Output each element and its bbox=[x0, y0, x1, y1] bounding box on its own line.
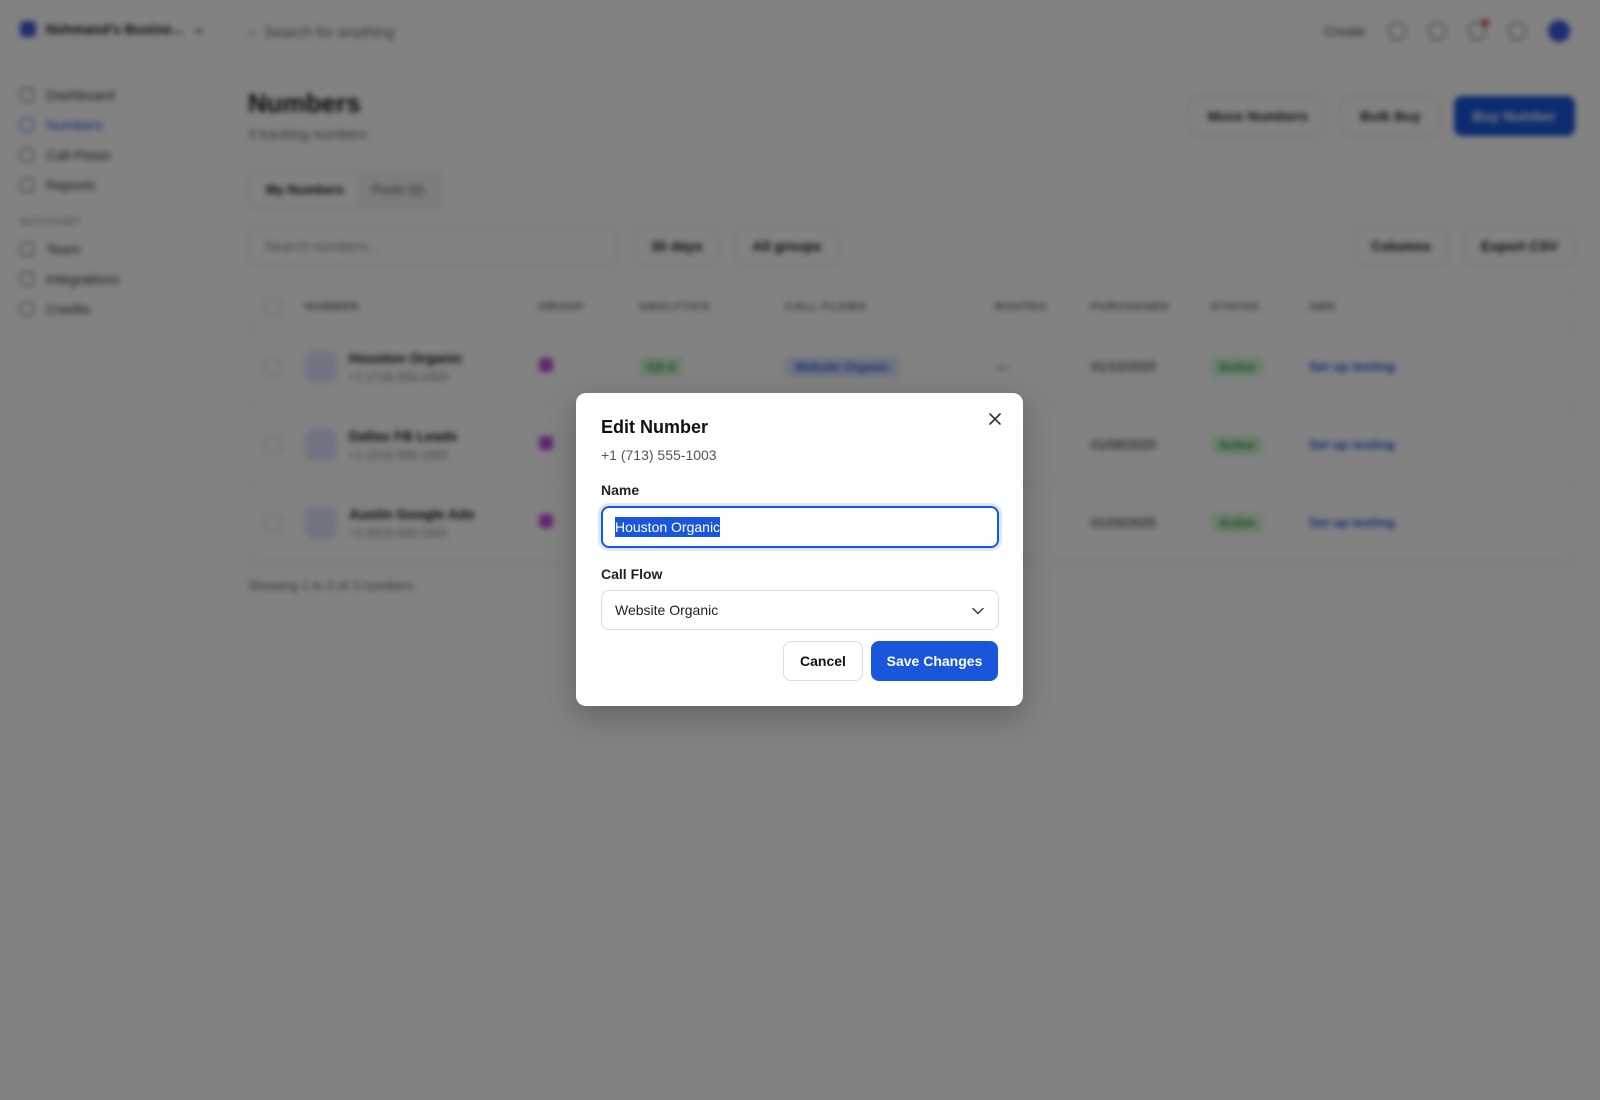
call-flow-value: Website Organic bbox=[615, 602, 719, 618]
cancel-button[interactable]: Cancel bbox=[783, 641, 863, 681]
dialog-subtitle: +1 (713) 555-1003 bbox=[601, 447, 717, 463]
close-icon[interactable] bbox=[983, 407, 1007, 431]
save-changes-button[interactable]: Save Changes bbox=[871, 641, 998, 681]
name-field[interactable]: Houston Organic bbox=[601, 506, 999, 548]
edit-number-dialog: Edit Number +1 (713) 555-1003 Name Houst… bbox=[576, 393, 1023, 706]
call-flow-select[interactable]: Website Organic bbox=[601, 590, 999, 630]
dialog-actions: Cancel Save Changes bbox=[783, 641, 998, 681]
name-field-value: Houston Organic bbox=[615, 517, 721, 537]
dialog-title: Edit Number bbox=[601, 417, 709, 437]
chevron-down-icon bbox=[972, 602, 984, 618]
call-flow-label: Call Flow bbox=[601, 566, 663, 582]
name-label: Name bbox=[601, 482, 640, 498]
